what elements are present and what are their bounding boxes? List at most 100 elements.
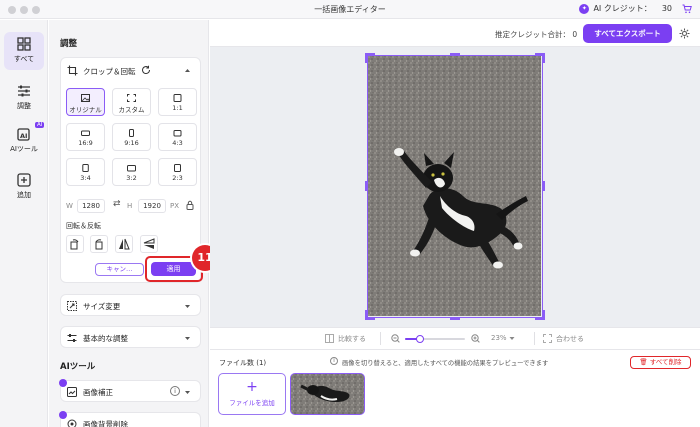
nav-label: AIツール bbox=[10, 145, 38, 153]
svg-text:AI: AI bbox=[20, 132, 27, 140]
custom-crop-icon bbox=[127, 94, 136, 102]
add-file-button[interactable]: + ファイルを追加 bbox=[218, 373, 286, 415]
cancel-button[interactable]: キャン… bbox=[95, 263, 144, 276]
left-nav: すべて 調整 AI AI AIツール 追加 bbox=[0, 20, 48, 427]
ratio-label: 4:3 bbox=[172, 139, 183, 147]
crop-handle-right[interactable] bbox=[542, 181, 545, 191]
enhance-icon bbox=[67, 387, 77, 397]
enhance-row[interactable]: 画像補正 i bbox=[59, 379, 201, 402]
chevron-down-icon[interactable] bbox=[509, 336, 515, 341]
nav-item-add[interactable]: 追加 bbox=[4, 168, 44, 206]
export-all-button[interactable]: すべてエクスポート bbox=[583, 24, 672, 43]
nav-label: 追加 bbox=[17, 191, 31, 199]
zoom-slider-knob[interactable] bbox=[416, 335, 424, 343]
landscape-icon bbox=[81, 130, 90, 136]
bg-remove-row[interactable]: 画像背景削除 bbox=[59, 411, 201, 427]
crop-handle-top-right-v[interactable] bbox=[542, 53, 545, 63]
basic-adjust-row[interactable]: 基本的な調整 bbox=[60, 326, 201, 348]
link-ratio-icon[interactable]: ⇄ bbox=[113, 199, 121, 209]
resize-icon bbox=[67, 301, 77, 311]
ratio-label: 16:9 bbox=[78, 139, 93, 147]
square-icon bbox=[173, 94, 182, 102]
plus-square-icon bbox=[17, 173, 31, 187]
zoom-in-icon[interactable] bbox=[471, 334, 480, 343]
basic-adjust-label: 基本的な調整 bbox=[83, 334, 128, 343]
nav-label: 調整 bbox=[17, 102, 31, 110]
flip-vertical-icon bbox=[143, 238, 155, 249]
flip-vertical-button[interactable] bbox=[140, 235, 158, 253]
zoom-level: 23% bbox=[491, 334, 507, 342]
ratio-1-1[interactable]: 1:1 bbox=[158, 88, 197, 116]
width-input[interactable]: 1280 bbox=[77, 199, 105, 213]
image-icon bbox=[81, 94, 90, 102]
main-area: 推定クレジット合計： 0 すべてエクスポート 比較する 23% 合わせる ファイ… bbox=[210, 20, 700, 427]
section-title-ai-tools: AIツール bbox=[60, 362, 96, 372]
ratio-label: カスタム bbox=[118, 106, 145, 114]
crop-handle-bottom-right-v[interactable] bbox=[542, 310, 545, 320]
reset-icon[interactable] bbox=[141, 65, 151, 75]
ratio-custom[interactable]: カスタム bbox=[112, 88, 151, 116]
divider bbox=[380, 332, 381, 345]
file-thumbnail[interactable] bbox=[290, 373, 365, 415]
crop-handle-bottom-left-v[interactable] bbox=[365, 310, 368, 320]
ai-icon: AI bbox=[17, 128, 30, 141]
bg-remove-icon bbox=[67, 419, 77, 427]
ratio-label: 1:1 bbox=[172, 104, 183, 112]
ratio-original[interactable]: オリジナル bbox=[66, 88, 105, 116]
crop-handle-bottom[interactable] bbox=[450, 317, 460, 320]
ratio-3-4[interactable]: 3:4 bbox=[66, 158, 105, 186]
compare-button[interactable]: 比較する bbox=[338, 334, 366, 344]
image-preview[interactable] bbox=[365, 53, 545, 320]
top-bar: 推定クレジット合計： 0 すべてエクスポート bbox=[210, 20, 700, 47]
crop-handle-left[interactable] bbox=[365, 181, 368, 191]
crop-handle-top-left-v[interactable] bbox=[365, 53, 368, 63]
enhance-label: 画像補正 bbox=[83, 388, 113, 397]
preview-hint: 画像を切り替えると、適用したすべての機能の結果をプレビューできます bbox=[342, 360, 549, 367]
total-credit-value: 0 bbox=[572, 30, 578, 39]
section-title-adjust: 調整 bbox=[60, 39, 78, 49]
ratio-16-9[interactable]: 16:9 bbox=[66, 123, 105, 151]
info-icon[interactable]: i bbox=[170, 386, 180, 396]
zoom-out-icon[interactable] bbox=[391, 334, 400, 343]
height-input[interactable]: 1920 bbox=[138, 199, 166, 213]
ai-credit-icon: ✦ bbox=[579, 3, 590, 14]
nav-item-ai-tools[interactable]: AI AI AIツール bbox=[4, 122, 45, 160]
delete-all-button[interactable]: 🗑 すべて削除 bbox=[630, 356, 691, 369]
ratio-2-3[interactable]: 2:3 bbox=[158, 158, 197, 186]
ai-badge: AI bbox=[35, 122, 45, 128]
sliders-icon bbox=[18, 85, 30, 97]
portrait-icon bbox=[82, 164, 89, 172]
rotate-right-button[interactable] bbox=[90, 235, 108, 253]
nav-item-adjust[interactable]: 調整 bbox=[4, 79, 44, 117]
gear-icon[interactable] bbox=[679, 28, 690, 39]
rotate-left-button[interactable] bbox=[66, 235, 84, 253]
nav-item-all[interactable]: すべて bbox=[4, 32, 44, 70]
fit-button[interactable]: 合わせる bbox=[556, 334, 584, 344]
ratio-label: オリジナル bbox=[69, 106, 102, 114]
resize-row[interactable]: サイズ変更 bbox=[60, 294, 201, 316]
crop-icon bbox=[67, 65, 78, 76]
landscape-icon bbox=[127, 165, 136, 172]
ratio-3-2[interactable]: 3:2 bbox=[112, 158, 151, 186]
nav-label: すべて bbox=[13, 55, 35, 63]
lock-icon[interactable] bbox=[186, 200, 194, 210]
title-bar: 一括画像エディター ✦ AI クレジット： 30 bbox=[0, 0, 700, 19]
ratio-label: 3:2 bbox=[126, 174, 137, 182]
rotate-flip-label: 回転＆反転 bbox=[66, 222, 101, 230]
cart-icon[interactable] bbox=[682, 4, 692, 14]
total-credit: 推定クレジット合計： 0 bbox=[495, 29, 577, 40]
zoom-slider-track[interactable] bbox=[405, 335, 465, 343]
plus-icon: + bbox=[246, 379, 258, 395]
ratio-9-16[interactable]: 9:16 bbox=[112, 123, 151, 151]
portrait-icon bbox=[129, 129, 134, 137]
cat-photo bbox=[368, 56, 541, 316]
ai-marker-icon bbox=[59, 379, 67, 387]
compare-icon bbox=[325, 334, 334, 343]
flip-horizontal-button[interactable] bbox=[115, 235, 133, 253]
landscape-icon bbox=[173, 130, 182, 137]
chevron-up-icon[interactable] bbox=[184, 67, 191, 74]
ratio-4-3[interactable]: 4:3 bbox=[158, 123, 197, 151]
settings-panel: 調整 クロップ＆回転 オリジナル カスタム 1:1 16:9 9:16 4:3 … bbox=[49, 20, 209, 427]
crop-handle-top[interactable] bbox=[450, 53, 460, 56]
chevron-down-icon bbox=[185, 305, 190, 308]
